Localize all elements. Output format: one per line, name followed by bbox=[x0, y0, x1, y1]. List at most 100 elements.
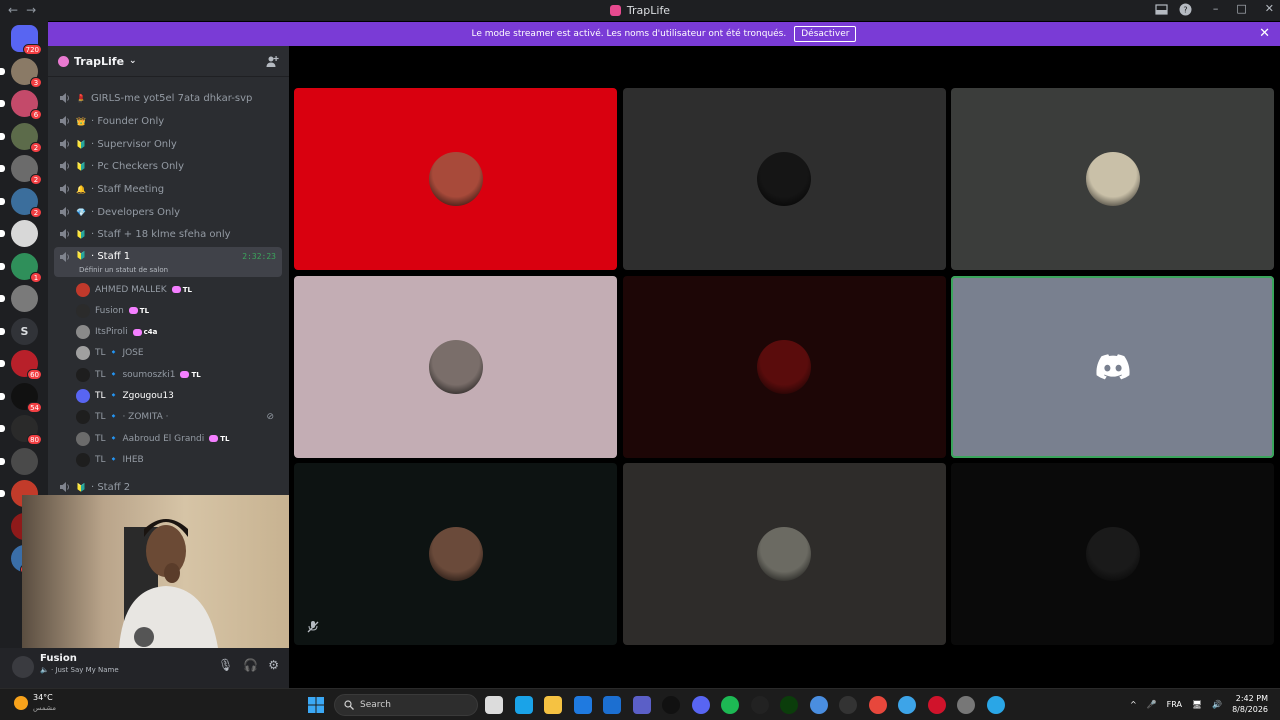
voice-channel[interactable]: 💄 GIRLS-me yot5el 7ata dhkar-svp bbox=[54, 88, 282, 108]
browser-icon[interactable] bbox=[898, 696, 916, 714]
chrome-icon[interactable] bbox=[868, 696, 887, 714]
server-icon[interactable] bbox=[0, 285, 38, 312]
participant-tile[interactable] bbox=[294, 463, 617, 645]
store-icon[interactable] bbox=[603, 696, 621, 714]
calculator-icon[interactable] bbox=[809, 696, 828, 714]
voice-member[interactable]: TL 🔹 soumoszki1 TL bbox=[76, 365, 282, 384]
voice-member[interactable]: TL 🔹 IHEB bbox=[76, 450, 282, 469]
server-icon[interactable]: 6 bbox=[0, 90, 42, 120]
language-indicator[interactable]: FRA bbox=[1167, 700, 1182, 709]
voice-channel[interactable]: 🔰 · Pc Checkers Only bbox=[54, 156, 282, 176]
volume-icon[interactable]: 🔊 bbox=[1212, 700, 1222, 709]
terminal-icon[interactable] bbox=[780, 696, 798, 714]
voice-channel[interactable]: 💎 · Developers Only bbox=[54, 202, 282, 222]
voice-member[interactable]: Fusion TL bbox=[76, 301, 282, 320]
svg-text:?: ? bbox=[1183, 6, 1187, 15]
voice-channel[interactable]: 🔰 · Staff 2 bbox=[54, 477, 282, 497]
help-icon[interactable]: ? bbox=[1179, 3, 1192, 16]
guild-header[interactable]: TrapLife ⌄ bbox=[48, 46, 289, 77]
channel-emoji: 🔰 bbox=[76, 161, 86, 171]
voice-member[interactable]: TL 🔹 Aabroud El Grandi TL bbox=[76, 429, 282, 448]
participant-tile[interactable] bbox=[951, 463, 1274, 645]
file-explorer-icon[interactable] bbox=[544, 696, 562, 714]
inbox-icon[interactable] bbox=[1155, 3, 1168, 16]
guild-name: TrapLife bbox=[74, 54, 125, 68]
headphones-icon[interactable]: 🎧 bbox=[243, 658, 258, 672]
voice-member[interactable]: TL 🔹 Zgougou13 bbox=[76, 387, 282, 406]
server-icon[interactable]: 1 bbox=[0, 252, 42, 283]
network-icon[interactable]: 🖥 bbox=[1192, 700, 1202, 709]
clock[interactable]: 2:42 PM 8/8/2026 bbox=[1232, 693, 1268, 715]
participant-tile[interactable] bbox=[622, 275, 946, 458]
server-icon[interactable]: S bbox=[0, 317, 38, 345]
voice-speaker-icon bbox=[60, 139, 69, 149]
discord-app-icon[interactable] bbox=[691, 696, 710, 714]
voice-member[interactable]: AHMED MALLEK TL bbox=[76, 280, 282, 299]
server-icon[interactable]: 2 bbox=[0, 187, 42, 218]
participant-tile[interactable] bbox=[294, 275, 617, 458]
edge-icon[interactable] bbox=[514, 696, 533, 714]
server-icon[interactable] bbox=[0, 220, 38, 247]
close-banner-icon[interactable]: ✕ bbox=[1259, 26, 1270, 41]
disable-streamer-button[interactable]: Désactiver bbox=[794, 26, 857, 42]
server-icon[interactable]: 60 bbox=[0, 350, 42, 380]
outlook-icon[interactable] bbox=[573, 696, 592, 714]
server-icon[interactable]: 54 bbox=[0, 382, 42, 413]
capcut-icon[interactable] bbox=[662, 696, 680, 714]
server-icon[interactable]: 80 bbox=[0, 415, 42, 445]
voice-channel[interactable]: 🔔 · Staff Meeting bbox=[54, 179, 282, 199]
telegram-icon[interactable] bbox=[986, 696, 1005, 714]
member-name: TL 🔹 IHEB bbox=[95, 454, 144, 465]
voice-speaker-icon bbox=[60, 184, 69, 194]
settings-icon[interactable] bbox=[957, 696, 975, 714]
clock-time: 2:42 PM bbox=[1235, 694, 1268, 703]
mention-badge: 54 bbox=[27, 401, 42, 413]
mention-badge: 2 bbox=[30, 141, 42, 153]
mention-badge: 80 bbox=[27, 434, 42, 445]
server-icon[interactable]: 2 bbox=[0, 122, 42, 153]
settings-gear-icon[interactable]: ⚙ bbox=[268, 658, 279, 672]
teams-icon[interactable] bbox=[632, 696, 651, 714]
title-bar: ← → TrapLife ? – □ ✕ bbox=[0, 0, 1280, 21]
close-icon[interactable]: ✕ bbox=[1265, 2, 1274, 15]
opera-icon[interactable] bbox=[927, 696, 946, 714]
windows-start-icon[interactable] bbox=[308, 697, 324, 713]
voice-channel[interactable]: 🔰 · Supervisor Only bbox=[54, 134, 282, 154]
chevron-up-icon[interactable]: ^ bbox=[1130, 700, 1137, 709]
voice-member[interactable]: TL 🔹 · ZOMITA · ⊘ bbox=[76, 408, 282, 427]
server-icon[interactable] bbox=[0, 447, 38, 475]
participant-tile[interactable] bbox=[622, 88, 946, 270]
obs-icon[interactable] bbox=[750, 696, 769, 714]
unread-indicator bbox=[0, 490, 5, 497]
unread-indicator bbox=[0, 230, 5, 237]
microphone-icon[interactable]: 🎙 bbox=[218, 658, 233, 672]
task-view-icon[interactable] bbox=[485, 696, 503, 714]
add-member-icon[interactable] bbox=[266, 55, 279, 68]
maximize-icon[interactable]: □ bbox=[1236, 2, 1246, 15]
voice-channel[interactable]: 🔰 · Staff 1 2:32:23 Définir un statut de sa… bbox=[54, 247, 282, 277]
voice-speaker-icon bbox=[60, 482, 69, 492]
voice-member[interactable]: ItsPiroli c4a bbox=[76, 323, 282, 342]
minimize-icon[interactable]: – bbox=[1213, 2, 1219, 15]
channel-emoji: 🔰 bbox=[76, 139, 86, 149]
spotify-icon[interactable] bbox=[721, 696, 739, 714]
participant-tile[interactable] bbox=[951, 88, 1274, 270]
media-icon[interactable] bbox=[839, 696, 857, 714]
participant-tile[interactable] bbox=[951, 275, 1274, 458]
participant-tile[interactable] bbox=[294, 88, 617, 270]
voice-channel[interactable]: 👑 · Founder Only bbox=[54, 111, 282, 131]
channel-status-prompt[interactable]: Définir un statut de salon bbox=[79, 266, 168, 274]
tray-microphone-icon[interactable]: 🎤 bbox=[1147, 700, 1157, 709]
participant-tile[interactable] bbox=[622, 463, 946, 645]
voice-channel[interactable]: 🔰 · Staff + 18 klme sfeha only bbox=[54, 224, 282, 244]
server-icon[interactable]: 2 bbox=[0, 155, 42, 185]
server-icon[interactable]: 720 bbox=[11, 25, 42, 55]
user-avatar[interactable] bbox=[12, 656, 34, 678]
voice-speaker-icon bbox=[60, 252, 69, 262]
server-icon[interactable]: 3 bbox=[0, 57, 42, 88]
voice-member[interactable]: TL 🔹 JOSE bbox=[76, 344, 282, 363]
weather-widget[interactable]: 34°C مشمس bbox=[14, 693, 56, 713]
voice-speaker-icon bbox=[60, 116, 69, 126]
mic-off-icon bbox=[307, 621, 319, 633]
taskbar-search-box[interactable]: Search bbox=[334, 694, 478, 716]
